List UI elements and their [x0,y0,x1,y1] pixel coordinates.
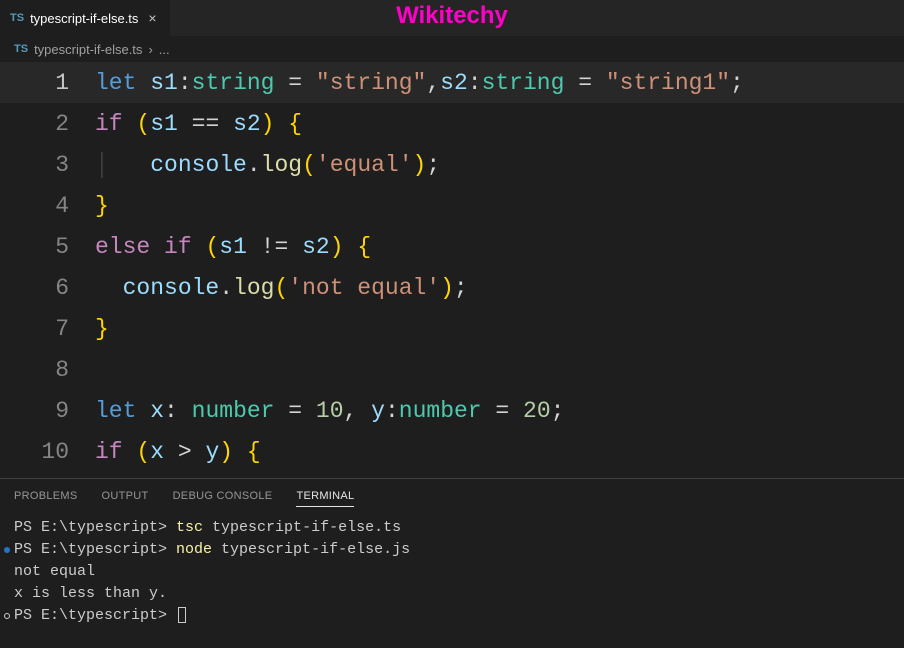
line-number: 10 [0,439,95,465]
code-line: 4 } [0,185,904,226]
bottom-panel: PROBLEMS OUTPUT DEBUG CONSOLE TERMINAL P… [0,478,904,631]
tab-terminal[interactable]: TERMINAL [296,486,354,507]
dot-icon [4,547,10,553]
line-number: 5 [0,234,95,260]
code-line: 3 │ console.log('equal'); [0,144,904,185]
cursor-icon [178,607,186,623]
line-number: 2 [0,111,95,137]
breadcrumb-file: typescript-if-else.ts [34,42,142,57]
terminal-line: PS E:\typescript> [14,605,890,627]
code-line: 1 let s1:string = "string",s2:string = "… [0,62,904,103]
breadcrumb-tail: ... [159,42,170,57]
line-number: 8 [0,357,95,383]
tab-filename: typescript-if-else.ts [30,11,138,26]
typescript-icon: TS [10,12,24,24]
code-line: 7 } [0,308,904,349]
typescript-icon: TS [14,43,28,55]
tab-output[interactable]: OUTPUT [102,486,149,506]
code-editor[interactable]: 1 let s1:string = "string",s2:string = "… [0,62,904,478]
code-line: 9 let x: number = 10, y:number = 20; [0,390,904,431]
line-number: 9 [0,398,95,424]
code-line: 2 if (s1 == s2) { [0,103,904,144]
watermark-text: Wikitechy [396,2,508,30]
terminal-line: PS E:\typescript> tsc typescript-if-else… [14,517,890,539]
line-number: 6 [0,275,95,301]
code-line: 6 console.log('not equal'); [0,267,904,308]
tab-bar: TS typescript-if-else.ts × Wikitechy [0,0,904,36]
terminal-content[interactable]: PS E:\typescript> tsc typescript-if-else… [0,513,904,631]
code-line: 5 else if (s1 != s2) { [0,226,904,267]
breadcrumb[interactable]: TS typescript-if-else.ts › ... [0,36,904,62]
tab-problems[interactable]: PROBLEMS [14,486,78,506]
tab-debug-console[interactable]: DEBUG CONSOLE [173,486,273,506]
chevron-right-icon: › [148,42,152,57]
terminal-line: PS E:\typescript> node typescript-if-els… [14,539,890,561]
code-line: 8 [0,349,904,390]
line-number: 1 [0,70,95,96]
close-icon[interactable]: × [144,10,160,26]
line-number: 7 [0,316,95,342]
tab-typescript-file[interactable]: TS typescript-if-else.ts × [0,0,171,36]
line-number: 3 [0,152,95,178]
dot-icon [4,613,10,619]
panel-tabs: PROBLEMS OUTPUT DEBUG CONSOLE TERMINAL [0,479,904,513]
terminal-line: not equal [14,561,890,583]
terminal-line: x is less than y. [14,583,890,605]
line-number: 4 [0,193,95,219]
code-line: 10 if (x > y) { [0,431,904,472]
